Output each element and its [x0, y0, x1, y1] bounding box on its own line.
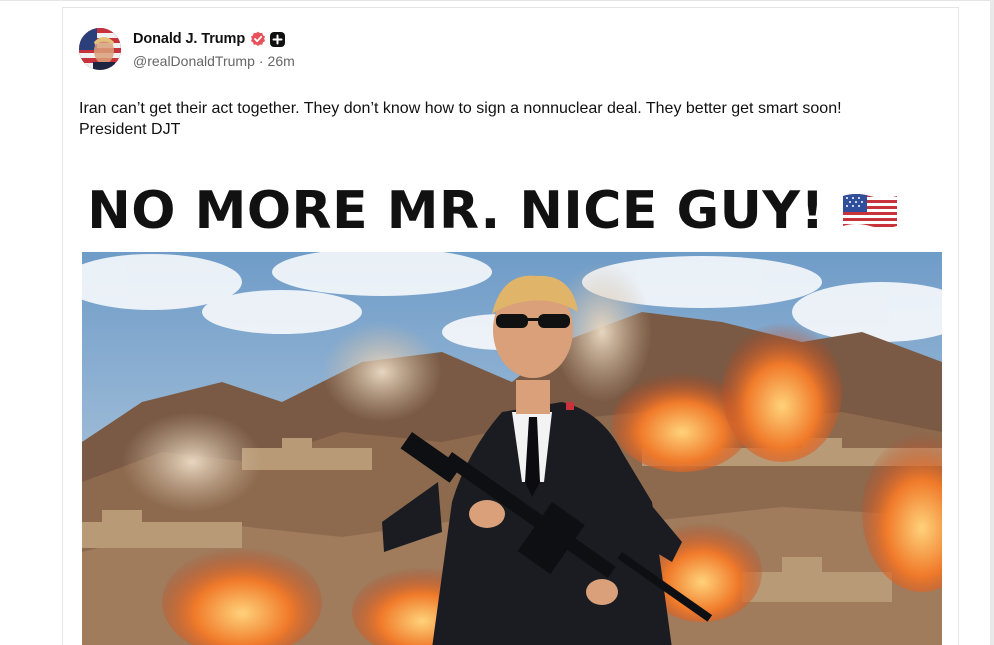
- post-header: Donald J. Trump @realDonaldTrump · 26m: [79, 26, 295, 72]
- post-image[interactable]: [82, 252, 942, 645]
- post-body: Iran can’t get their act together. They …: [79, 98, 939, 140]
- meta-separator: ·: [258, 53, 264, 69]
- avatar-image: [79, 28, 121, 70]
- media-headline: NO MORE MR. NICE GUY!: [87, 181, 825, 241]
- plus-badge-icon: [270, 31, 286, 47]
- avatar[interactable]: [79, 28, 121, 70]
- top-divider: [0, 0, 994, 1]
- author-info: Donald J. Trump @realDonaldTrump · 26m: [133, 29, 295, 69]
- post-image-illustration: [82, 252, 942, 645]
- post-text-line-1: Iran can’t get their act together. They …: [79, 100, 842, 117]
- post-card[interactable]: Donald J. Trump @realDonaldTrump · 26m I…: [62, 7, 959, 645]
- author-handle[interactable]: @realDonaldTrump: [133, 53, 255, 69]
- author-display-name[interactable]: Donald J. Trump: [133, 31, 245, 47]
- us-flag-emoji: [841, 192, 899, 230]
- scrollbar-track[interactable]: [990, 0, 994, 645]
- page: Donald J. Trump @realDonaldTrump · 26m I…: [0, 0, 994, 645]
- post-text-line-2: President DJT: [79, 121, 181, 138]
- verified-badge-icon: [250, 31, 266, 47]
- media-headline-row: NO MORE MR. NICE GUY!: [87, 176, 897, 246]
- post-timestamp[interactable]: 26m: [268, 53, 295, 69]
- name-row: Donald J. Trump: [133, 29, 295, 49]
- handle-row: @realDonaldTrump · 26m: [133, 53, 295, 69]
